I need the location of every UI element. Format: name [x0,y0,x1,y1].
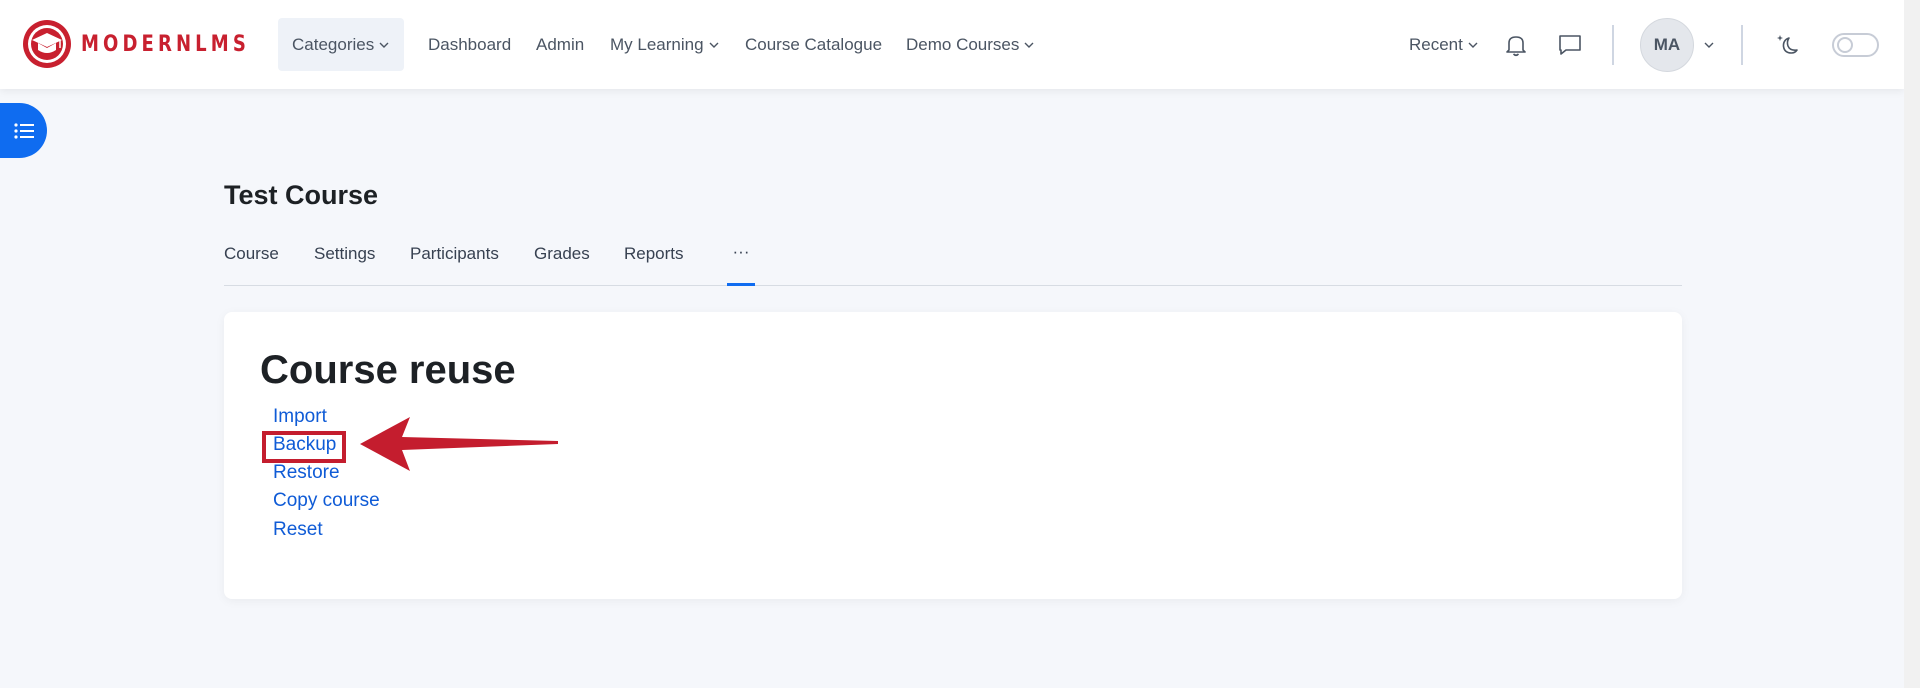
chevron-down-icon [1468,42,1478,48]
chevron-down-icon [379,42,389,48]
nav-demo-courses[interactable]: Demo Courses [906,0,1035,89]
course-reuse-heading: Course reuse [260,348,516,392]
top-navbar: MODERNLMS Categories Dashboard Admin My … [0,0,1904,89]
tab-reports[interactable]: Reports [624,244,684,264]
user-avatar[interactable]: MA [1640,18,1694,72]
copy-course-link[interactable]: Copy course [273,490,380,512]
tab-participants[interactable]: Participants [410,244,499,264]
user-menu-chevron-down-icon[interactable] [1703,39,1715,51]
nav-recent-label: Recent [1409,34,1463,54]
navbar-divider [1741,25,1743,65]
reset-link[interactable]: Reset [273,519,323,541]
nav-recent[interactable]: Recent [1409,0,1479,89]
nav-course-catalogue-label: Course Catalogue [745,34,883,54]
nav-my-learning[interactable]: My Learning [610,0,720,89]
page-title: Test Course [224,180,379,210]
tab-settings[interactable]: Settings [314,244,375,264]
chevron-down-icon [709,42,719,48]
moon-stars-icon[interactable] [1774,32,1800,58]
brand-name: MODERNLMS [81,31,250,57]
tab-more[interactable]: ··· [727,230,755,286]
brand-logo[interactable]: MODERNLMS [23,20,287,68]
tab-course[interactable]: Course [224,244,279,264]
backup-highlight-box [262,431,346,463]
tab-grades[interactable]: Grades [534,244,590,264]
nav-categories[interactable]: Categories [278,18,405,71]
bell-icon[interactable] [1503,32,1529,58]
nav-course-catalogue[interactable]: Course Catalogue [745,0,882,89]
nav-categories-label: Categories [292,34,375,54]
nav-dashboard-label: Dashboard [428,34,512,54]
navbar-divider [1612,25,1614,65]
graduation-cap-icon [23,20,71,68]
list-icon [13,122,34,139]
nav-dashboard[interactable]: Dashboard [428,0,511,89]
import-link[interactable]: Import [273,406,327,428]
chat-icon[interactable] [1557,32,1583,58]
nav-my-learning-label: My Learning [610,34,704,54]
nav-admin[interactable]: Admin [536,0,584,89]
nav-demo-courses-label: Demo Courses [906,34,1020,54]
tab-more-label: ··· [732,242,750,261]
user-initials: MA [1653,35,1681,54]
toggle-knob [1837,37,1853,53]
restore-link[interactable]: Restore [273,462,340,484]
nav-admin-label: Admin [536,34,585,54]
annotation-arrow-icon [360,417,558,471]
chevron-down-icon [1024,42,1034,48]
course-tabs: Course Settings Participants Grades Repo… [224,230,1682,286]
dark-mode-toggle[interactable] [1832,33,1879,57]
course-index-toggle-button[interactable] [0,103,47,158]
page-scrollbar[interactable] [1904,0,1920,688]
